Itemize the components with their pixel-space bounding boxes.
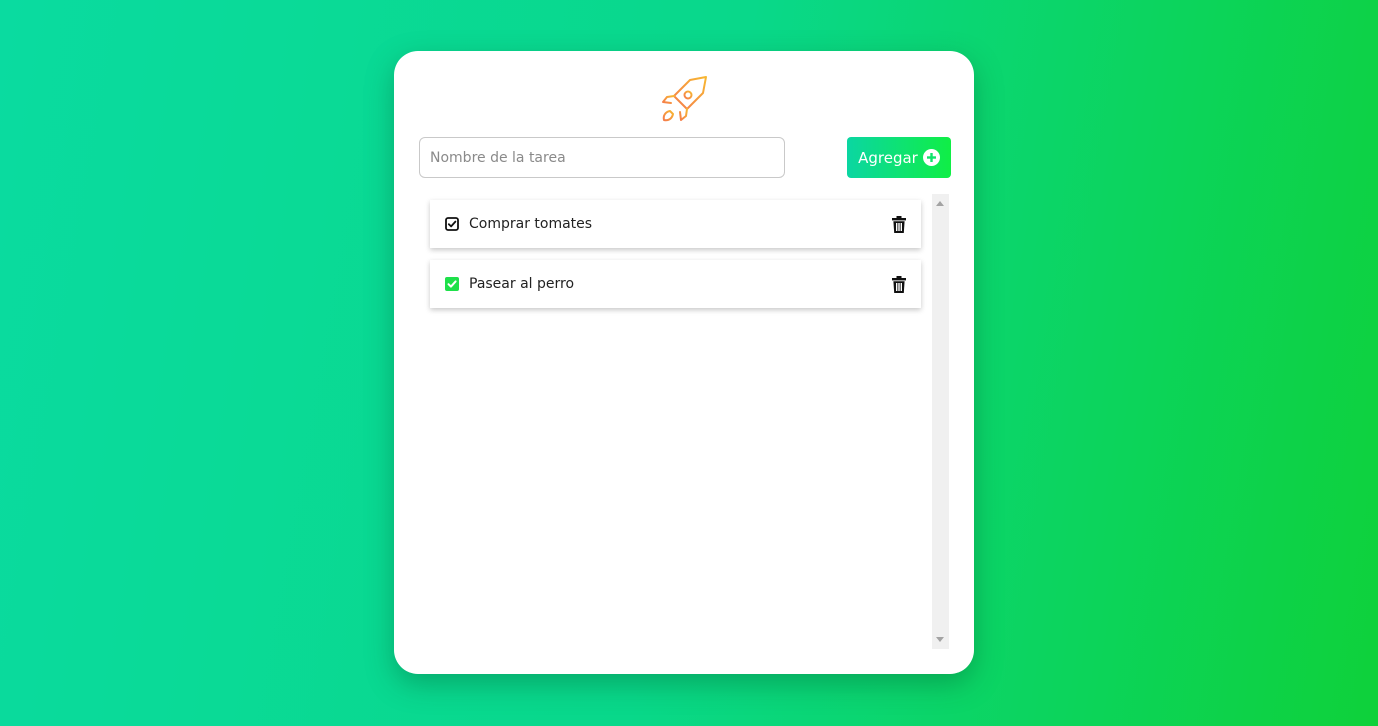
plus-circle-icon bbox=[922, 149, 940, 166]
scroll-up-arrow-icon[interactable] bbox=[936, 201, 944, 206]
rocket-icon bbox=[660, 75, 708, 123]
task-label: Pasear al perro bbox=[469, 276, 575, 292]
todo-card: Agregar Comprar tomates bbox=[394, 51, 974, 674]
task-list: Comprar tomates Pasear al perro bbox=[430, 194, 921, 649]
task-item: Comprar tomates bbox=[430, 200, 921, 248]
trash-icon[interactable] bbox=[891, 216, 907, 234]
task-label: Comprar tomates bbox=[469, 216, 593, 232]
scroll-down-arrow-icon[interactable] bbox=[936, 637, 944, 642]
trash-icon[interactable] bbox=[891, 276, 907, 294]
task-list-scrollbar[interactable] bbox=[932, 194, 949, 649]
add-button-label: Agregar bbox=[858, 148, 918, 167]
checkbox-checked-outline-icon[interactable] bbox=[445, 217, 459, 231]
checkbox-checked-filled-icon[interactable] bbox=[445, 277, 459, 291]
add-task-button[interactable]: Agregar bbox=[847, 137, 951, 178]
task-name-input[interactable] bbox=[419, 137, 785, 178]
task-item: Pasear al perro bbox=[430, 260, 921, 308]
